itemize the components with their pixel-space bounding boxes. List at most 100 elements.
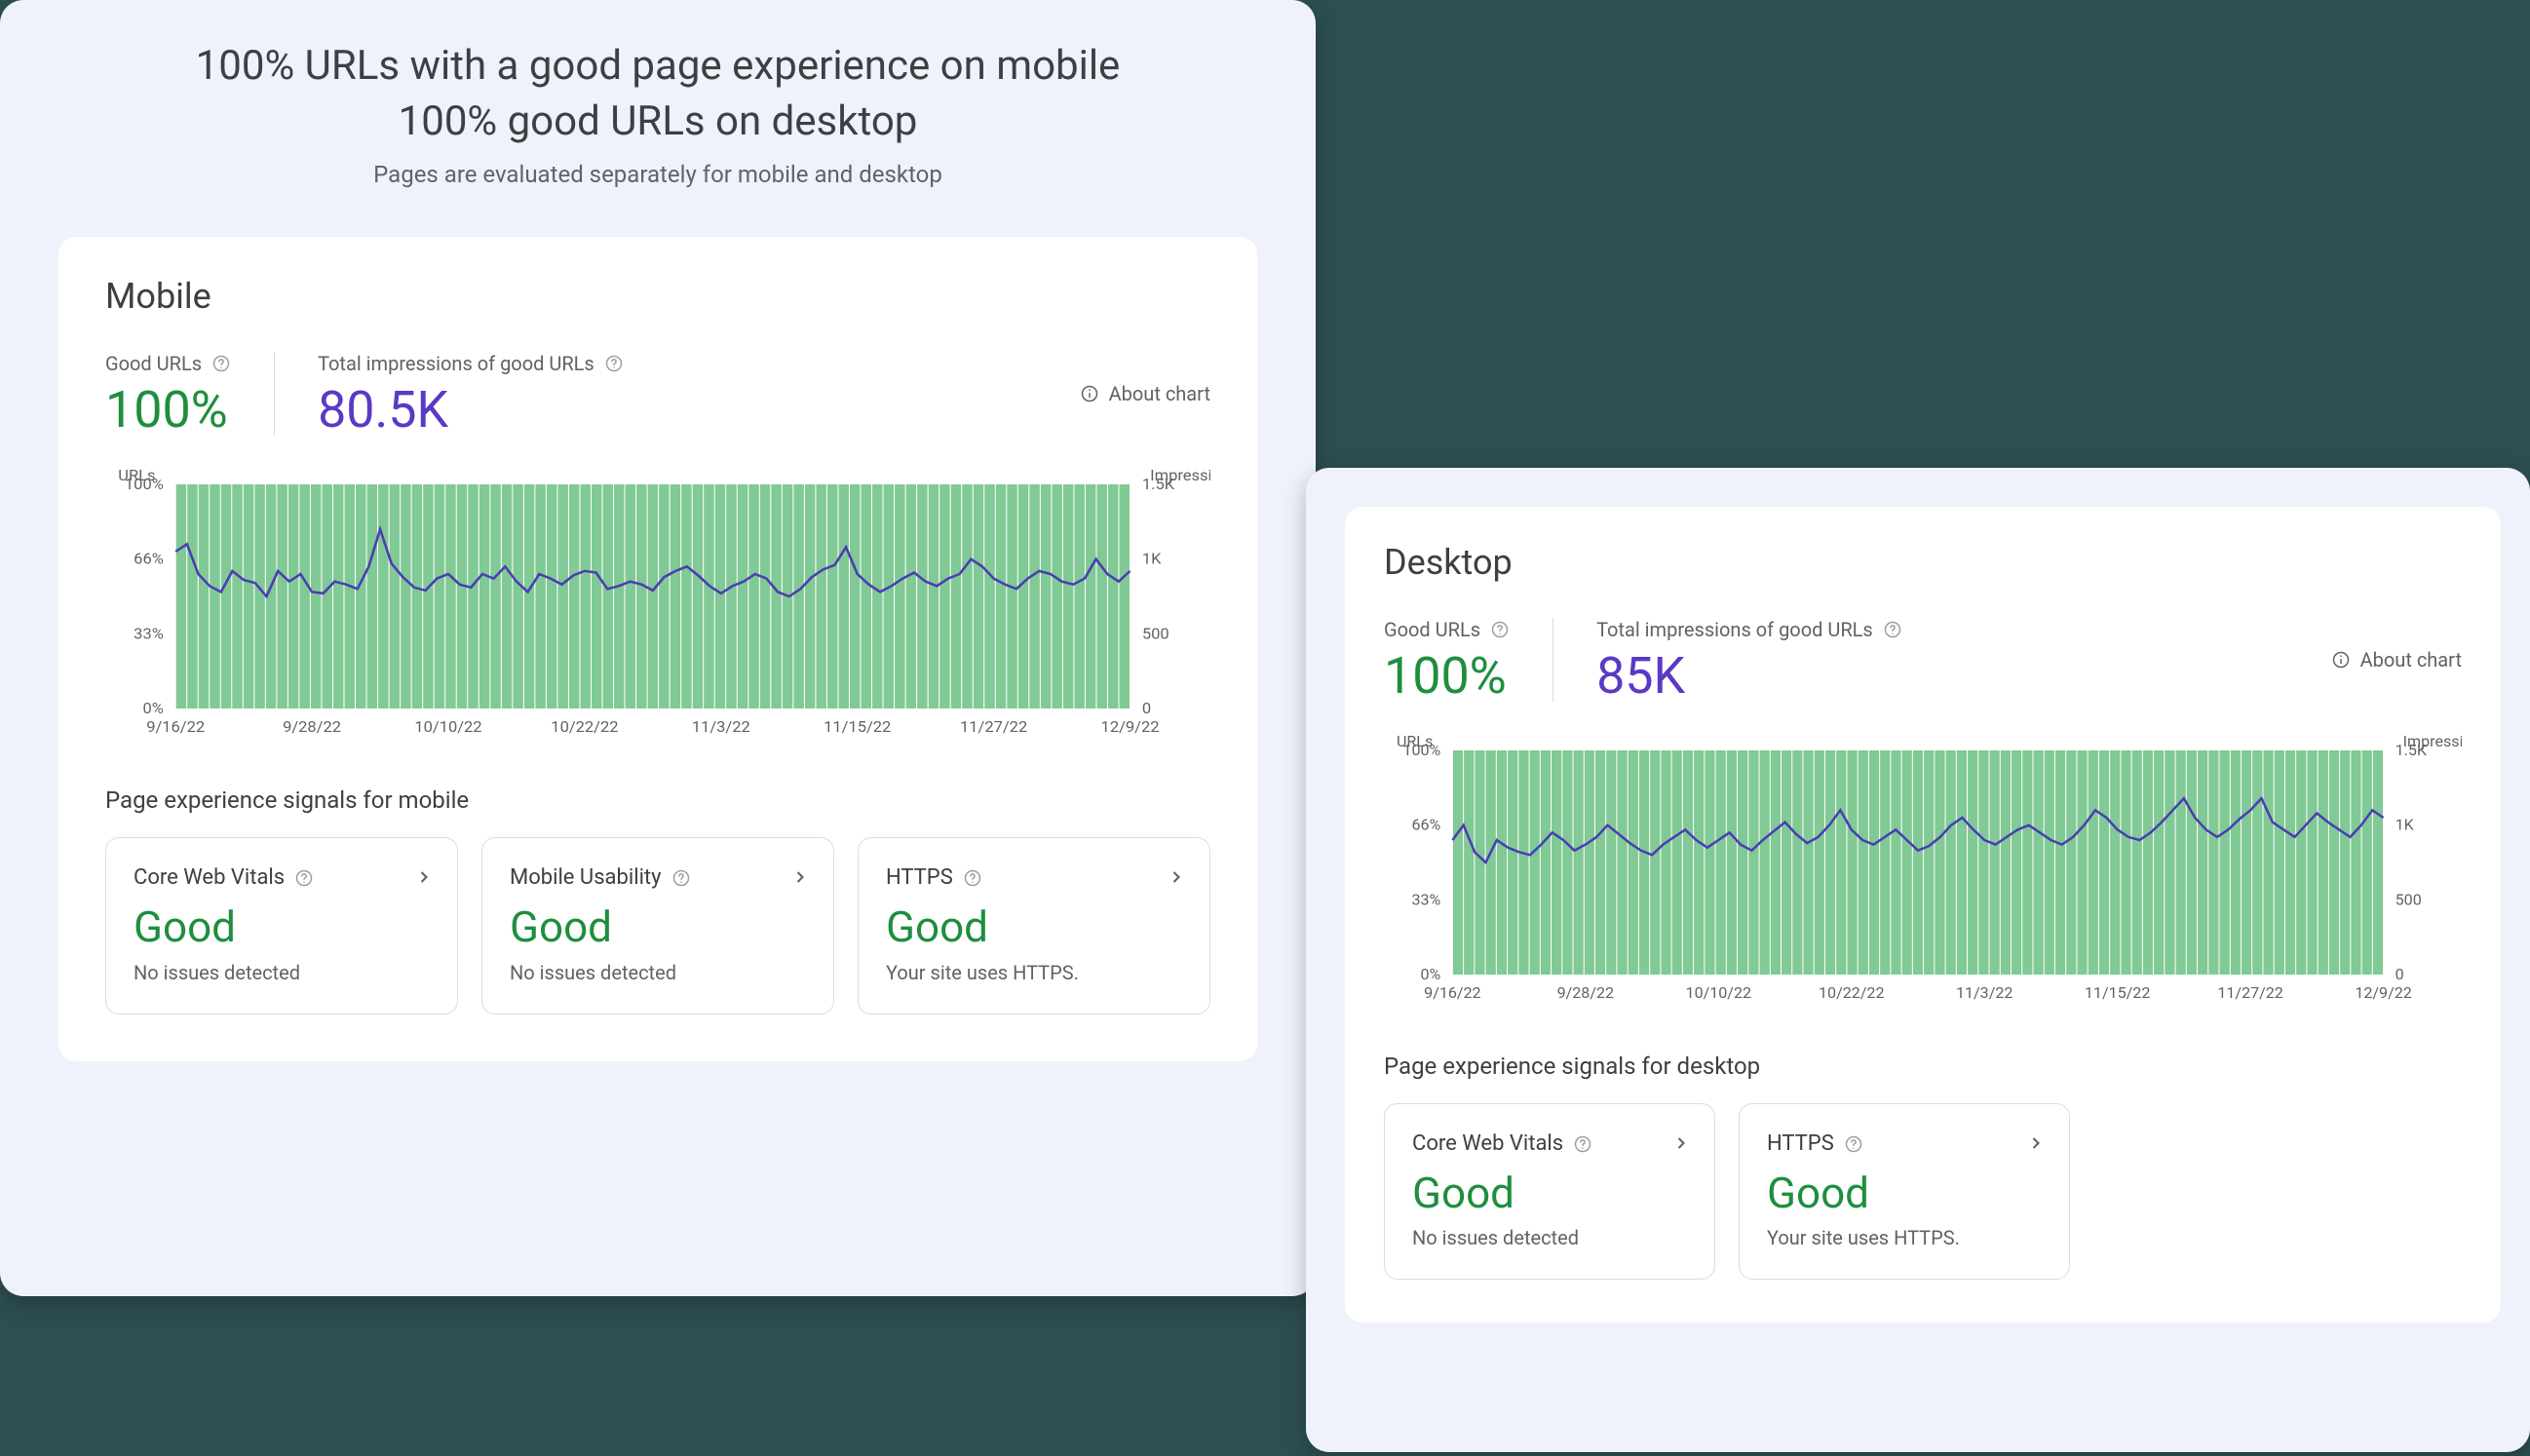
svg-text:9/28/22: 9/28/22 <box>1557 983 1614 1002</box>
about-chart-label: About chart <box>2360 648 2462 671</box>
signal-value: Good <box>134 903 430 950</box>
svg-text:0: 0 <box>2396 965 2404 983</box>
header-line-1: 100% URLs with a good page experience on… <box>58 39 1257 95</box>
mobile-card: Mobile Good URLs 100% Total impressions … <box>58 237 1257 1060</box>
metric-label: Total impressions of good URLs <box>318 352 624 375</box>
mobile-panel: 100% URLs with a good page experience on… <box>0 0 1316 1296</box>
help-icon[interactable] <box>671 868 691 888</box>
mobile-signals-row: Core Web Vitals Good No issues detected … <box>105 837 1210 1014</box>
svg-text:11/15/22: 11/15/22 <box>824 718 891 737</box>
chevron-right-icon <box>2026 1133 2046 1157</box>
desktop-card: Desktop Good URLs 100% Total impressions… <box>1345 507 2501 1322</box>
help-icon[interactable] <box>1490 620 1510 639</box>
svg-text:12/9/22: 12/9/22 <box>1101 718 1160 737</box>
chevron-right-icon <box>1167 867 1186 891</box>
desktop-good-urls-metric: Good URLs 100% <box>1384 618 1552 702</box>
signal-title: HTTPS <box>1767 1131 1834 1156</box>
svg-text:11/15/22: 11/15/22 <box>2085 983 2150 1002</box>
signal-value: Good <box>510 903 806 950</box>
help-icon[interactable] <box>211 354 231 373</box>
header-block: 100% URLs with a good page experience on… <box>58 39 1257 188</box>
help-icon[interactable] <box>604 354 624 373</box>
mobile-impressions-metric: Total impressions of good URLs 80.5K <box>274 352 667 436</box>
metric-label: Good URLs <box>105 352 231 375</box>
help-icon[interactable] <box>294 868 314 888</box>
svg-text:500: 500 <box>2396 890 2422 908</box>
signal-value: Good <box>1767 1169 2042 1216</box>
svg-text:0%: 0% <box>1420 965 1440 983</box>
desktop-card-title: Desktop <box>1384 542 2462 583</box>
svg-text:33%: 33% <box>134 625 164 643</box>
header-subtitle: Pages are evaluated separately for mobil… <box>58 161 1257 188</box>
mobile-good-urls-metric: Good URLs 100% <box>105 352 274 436</box>
signal-title: Core Web Vitals <box>1412 1131 1563 1156</box>
mobile-card-title: Mobile <box>105 276 1210 317</box>
chevron-right-icon <box>414 867 434 891</box>
svg-text:12/9/22: 12/9/22 <box>2355 983 2411 1002</box>
about-chart-button[interactable]: About chart <box>2331 648 2462 671</box>
help-icon[interactable] <box>963 868 982 888</box>
signal-https[interactable]: HTTPS Good Your site uses HTTPS. <box>1739 1103 2070 1280</box>
signal-https[interactable]: HTTPS Good Your site uses HTTPS. <box>858 837 1210 1014</box>
desktop-impressions-metric: Total impressions of good URLs 85K <box>1552 618 1945 702</box>
chevron-right-icon <box>790 867 810 891</box>
signal-core-web-vitals[interactable]: Core Web Vitals Good No issues detected <box>1384 1103 1715 1280</box>
signal-title: Mobile Usability <box>510 865 662 890</box>
mobile-chart: 0%33%66%100%URLs05001K1.5KImpressions9/1… <box>105 465 1210 747</box>
signal-value: Good <box>1412 1169 1687 1216</box>
info-icon <box>1080 384 1099 403</box>
svg-text:11/3/22: 11/3/22 <box>692 718 750 737</box>
svg-text:1K: 1K <box>1142 550 1162 568</box>
good-urls-label: Good URLs <box>1384 618 1480 641</box>
mobile-signals-title: Page experience signals for mobile <box>105 786 1210 814</box>
desktop-signals-row: Core Web Vitals Good No issues detected … <box>1384 1103 2462 1280</box>
impressions-value: 85K <box>1596 651 1902 702</box>
svg-text:Impressions: Impressions <box>1150 467 1210 485</box>
signal-desc: Your site uses HTTPS. <box>1767 1226 2042 1249</box>
desktop-metrics-row: Good URLs 100% Total impressions of good… <box>1384 618 2462 702</box>
svg-text:11/3/22: 11/3/22 <box>1956 983 2012 1002</box>
svg-text:500: 500 <box>1142 625 1169 643</box>
header-line-2: 100% good URLs on desktop <box>58 95 1257 150</box>
about-chart-label: About chart <box>1109 382 1210 405</box>
signal-title: Core Web Vitals <box>134 865 285 890</box>
impressions-label: Total impressions of good URLs <box>1596 618 1873 641</box>
svg-text:10/10/22: 10/10/22 <box>414 718 481 737</box>
svg-text:10/22/22: 10/22/22 <box>1819 983 1884 1002</box>
signal-desc: No issues detected <box>510 961 806 984</box>
svg-text:0%: 0% <box>142 700 163 718</box>
signal-value: Good <box>886 903 1182 950</box>
signal-mobile-usability[interactable]: Mobile Usability Good No issues detected <box>481 837 834 1014</box>
svg-text:10/22/22: 10/22/22 <box>551 718 618 737</box>
svg-text:Impressions: Impressions <box>2403 732 2462 750</box>
svg-text:URLs: URLs <box>1397 732 1433 750</box>
svg-text:9/28/22: 9/28/22 <box>283 718 341 737</box>
svg-text:11/27/22: 11/27/22 <box>2217 983 2282 1002</box>
good-urls-value: 100% <box>105 385 231 436</box>
help-icon[interactable] <box>1573 1134 1592 1154</box>
svg-text:10/10/22: 10/10/22 <box>1686 983 1751 1002</box>
desktop-panel: Desktop Good URLs 100% Total impressions… <box>1306 468 2530 1452</box>
svg-text:0: 0 <box>1142 700 1151 718</box>
signal-title: HTTPS <box>886 865 953 890</box>
help-icon[interactable] <box>1844 1134 1863 1154</box>
signal-desc: No issues detected <box>1412 1226 1687 1249</box>
svg-text:66%: 66% <box>134 550 164 568</box>
good-urls-value: 100% <box>1384 651 1510 702</box>
desktop-chart: 0%33%66%100%URLs05001K1.5KImpressions9/1… <box>1384 731 2462 1014</box>
svg-text:33%: 33% <box>1411 890 1440 908</box>
metric-label: Good URLs <box>1384 618 1510 641</box>
svg-text:11/27/22: 11/27/22 <box>960 718 1027 737</box>
svg-text:66%: 66% <box>1411 816 1440 834</box>
svg-text:9/16/22: 9/16/22 <box>146 718 205 737</box>
signal-desc: No issues detected <box>134 961 430 984</box>
signal-core-web-vitals[interactable]: Core Web Vitals Good No issues detected <box>105 837 458 1014</box>
svg-text:URLs: URLs <box>118 467 155 485</box>
chevron-right-icon <box>1671 1133 1691 1157</box>
help-icon[interactable] <box>1883 620 1902 639</box>
metric-label: Total impressions of good URLs <box>1596 618 1902 641</box>
desktop-signals-title: Page experience signals for desktop <box>1384 1053 2462 1080</box>
impressions-value: 80.5K <box>318 385 624 436</box>
about-chart-button[interactable]: About chart <box>1080 382 1210 405</box>
info-icon <box>2331 650 2351 670</box>
